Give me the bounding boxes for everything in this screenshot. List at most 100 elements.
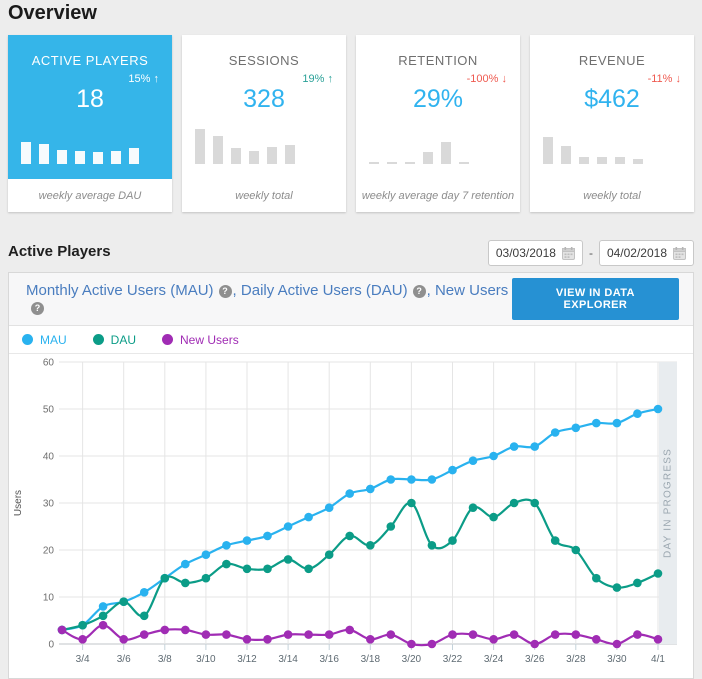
svg-text:3/28: 3/28	[566, 654, 586, 665]
help-icon[interactable]: ?	[219, 285, 232, 298]
data-point	[428, 640, 437, 649]
data-point	[366, 485, 375, 494]
data-point	[161, 626, 170, 635]
data-point	[510, 630, 519, 639]
overview-page: Overview ACTIVE PLAYERS 15% ↑ 18 weekly …	[0, 0, 702, 679]
kpi-card-footnote: weekly average day 7 retention	[356, 179, 520, 212]
data-point	[284, 522, 293, 531]
svg-text:40: 40	[43, 452, 55, 463]
kpi-card[interactable]: ACTIVE PLAYERS 15% ↑ 18 weekly average D…	[8, 35, 172, 212]
mini-bar	[267, 147, 277, 164]
data-point	[572, 424, 581, 433]
data-point	[140, 588, 149, 597]
legend-label: DAU	[111, 333, 136, 347]
mini-bar	[615, 157, 625, 164]
data-point	[551, 630, 560, 639]
data-point	[58, 626, 67, 635]
legend-item[interactable]: MAU	[22, 333, 67, 347]
date-from-input[interactable]: 03/03/2018	[488, 240, 583, 266]
data-point	[530, 442, 539, 451]
mini-bar	[441, 142, 451, 164]
data-point	[243, 635, 252, 644]
data-point	[613, 583, 622, 592]
legend-dot-icon	[93, 334, 104, 345]
svg-text:30: 30	[43, 499, 55, 510]
mini-bar	[459, 162, 469, 164]
kpi-card-footnote: weekly total	[182, 179, 346, 212]
calendar-icon[interactable]	[673, 247, 686, 260]
metric-link[interactable]: Monthly Active Users (MAU)	[26, 282, 214, 299]
date-from-value: 03/03/2018	[496, 246, 556, 260]
data-point	[99, 612, 108, 621]
mini-bar	[387, 162, 397, 164]
data-point	[407, 640, 416, 649]
data-point	[263, 635, 272, 644]
axis-labels: 01020304050603/43/63/83/103/123/143/163/…	[13, 358, 665, 666]
data-point	[551, 428, 560, 437]
mini-bar	[543, 137, 553, 164]
data-point	[428, 541, 437, 550]
metric-link[interactable]: Daily Active Users (DAU)	[241, 282, 408, 299]
data-point	[140, 612, 149, 621]
mini-bar	[633, 159, 643, 164]
mini-bar	[423, 152, 433, 164]
data-point	[530, 499, 539, 508]
kpi-card[interactable]: REVENUE -11% ↓ $462 weekly total	[530, 35, 694, 212]
kpi-card-title: SESSIONS	[182, 53, 346, 68]
data-point	[345, 626, 354, 635]
data-point	[325, 630, 334, 639]
kpi-card-value: 18	[8, 85, 172, 114]
data-point	[181, 579, 190, 588]
data-point	[592, 574, 601, 583]
mini-bar	[369, 162, 379, 164]
data-point	[592, 419, 601, 428]
data-point	[161, 574, 170, 583]
calendar-icon[interactable]	[562, 247, 575, 260]
kpi-card[interactable]: SESSIONS 19% ↑ 328 weekly total	[182, 35, 346, 212]
mini-bar	[231, 148, 241, 164]
mini-bar	[579, 157, 589, 164]
data-point	[181, 560, 190, 569]
data-point	[99, 621, 108, 630]
data-point	[366, 635, 375, 644]
kpi-card-value: 328	[182, 85, 346, 114]
mau-series	[58, 405, 663, 635]
svg-text:3/6: 3/6	[117, 654, 131, 665]
data-point	[99, 602, 108, 611]
data-point	[654, 635, 663, 644]
help-icon[interactable]: ?	[31, 302, 44, 315]
page-title: Overview	[8, 2, 97, 25]
legend-item[interactable]: New Users	[162, 333, 239, 347]
kpi-card[interactable]: RETENTION -100% ↓ 29% weekly average day…	[356, 35, 520, 212]
data-point	[448, 630, 457, 639]
svg-text:60: 60	[43, 358, 55, 369]
data-point	[202, 550, 211, 559]
data-point	[469, 630, 478, 639]
date-to-value: 04/02/2018	[607, 246, 667, 260]
data-point	[222, 630, 231, 639]
view-in-data-explorer-button[interactable]: VIEW IN DATA EXPLORER	[512, 278, 679, 320]
kpi-card-value: 29%	[356, 85, 520, 114]
mini-bar	[597, 157, 607, 164]
metric-link[interactable]: New Users	[435, 282, 508, 299]
mini-bar	[93, 152, 103, 164]
data-point	[633, 579, 642, 588]
data-point	[572, 630, 581, 639]
help-icon[interactable]: ?	[413, 285, 426, 298]
chart-title: Monthly Active Users (MAU)?, Daily Activ…	[26, 282, 512, 316]
data-point	[633, 630, 642, 639]
data-point	[510, 499, 519, 508]
chart-panel-header: Monthly Active Users (MAU)?, Daily Activ…	[9, 273, 693, 326]
data-point	[202, 630, 211, 639]
date-to-input[interactable]: 04/02/2018	[599, 240, 694, 266]
data-point	[489, 452, 498, 461]
y-axis-title: Users	[13, 490, 24, 516]
data-point	[592, 635, 601, 644]
data-point	[263, 532, 272, 541]
data-point	[469, 503, 478, 512]
data-point	[140, 630, 149, 639]
chart-gridlines	[59, 362, 677, 650]
legend-item[interactable]: DAU	[93, 333, 136, 347]
kpi-card-value: $462	[530, 85, 694, 114]
svg-text:3/16: 3/16	[319, 654, 339, 665]
